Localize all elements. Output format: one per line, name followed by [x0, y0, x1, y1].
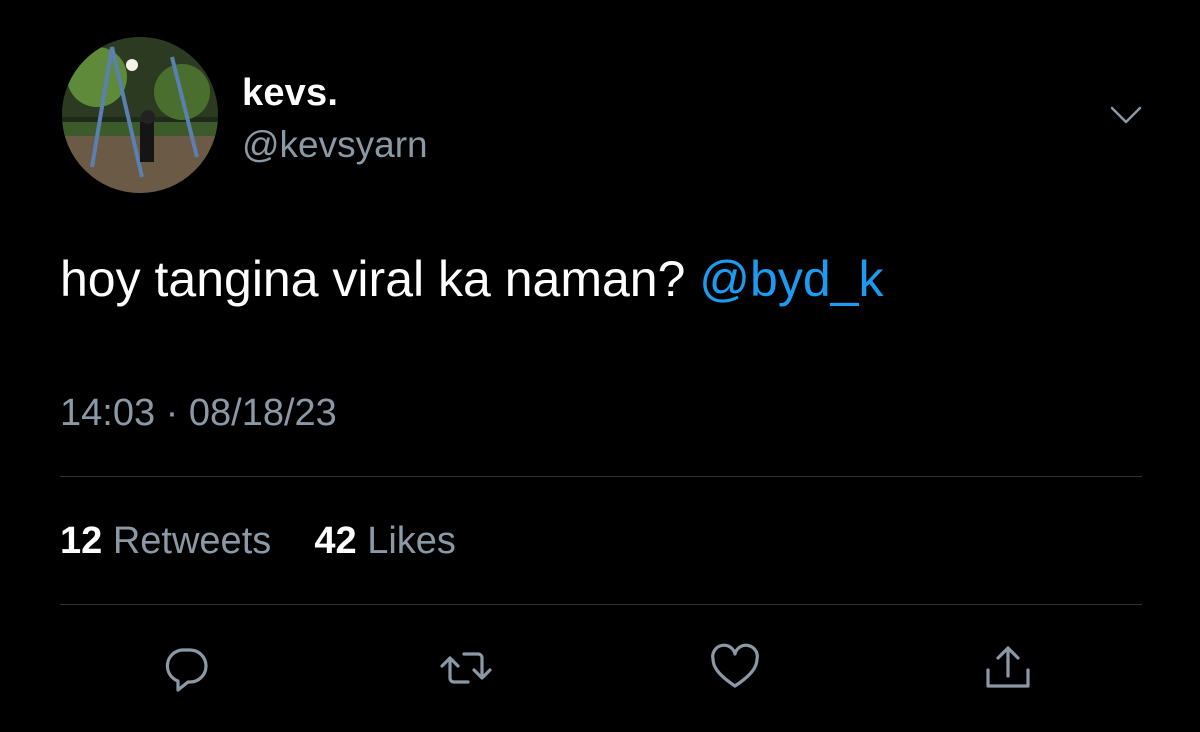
likes-count: 42: [314, 520, 357, 562]
reply-button[interactable]: [158, 640, 214, 696]
like-button[interactable]: [707, 640, 763, 696]
likes-label: Likes: [367, 520, 456, 562]
retweets-stat[interactable]: 12 Retweets: [60, 520, 282, 562]
author-handle[interactable]: @kevsyarn: [242, 124, 428, 166]
tweet-text: hoy tangina viral ka naman? @byd_k: [60, 250, 883, 308]
tweet-timestamp: 14:03 · 08/18/23: [60, 392, 337, 435]
tweet-date: 08/18/23: [188, 392, 337, 434]
tweet-detail: kevs. @kevsyarn hoy tangina viral ka nam…: [0, 0, 1200, 732]
retweets-label: Retweets: [112, 520, 272, 562]
retweet-button[interactable]: [438, 640, 494, 696]
share-icon: [986, 646, 1030, 688]
avatar-photo: [62, 37, 218, 193]
divider: [60, 604, 1142, 605]
timestamp-separator: ·: [165, 392, 179, 434]
likes-stat[interactable]: 42 Likes: [304, 520, 456, 562]
avatar[interactable]: [62, 37, 218, 193]
engagement-stats: 12 Retweets 42 Likes: [60, 520, 456, 563]
author-display-name[interactable]: kevs.: [242, 72, 338, 115]
heart-icon: [711, 643, 759, 688]
reply-icon: [165, 648, 208, 692]
share-button[interactable]: [980, 640, 1036, 696]
tweet-body: hoy tangina viral ka naman?: [60, 251, 686, 307]
mention-link[interactable]: @byd_k: [699, 251, 883, 307]
chevron-down-icon[interactable]: [1106, 100, 1146, 130]
retweets-count: 12: [60, 520, 103, 562]
divider: [60, 476, 1142, 477]
retweet-icon: [440, 652, 492, 684]
tweet-time: 14:03: [60, 392, 156, 434]
